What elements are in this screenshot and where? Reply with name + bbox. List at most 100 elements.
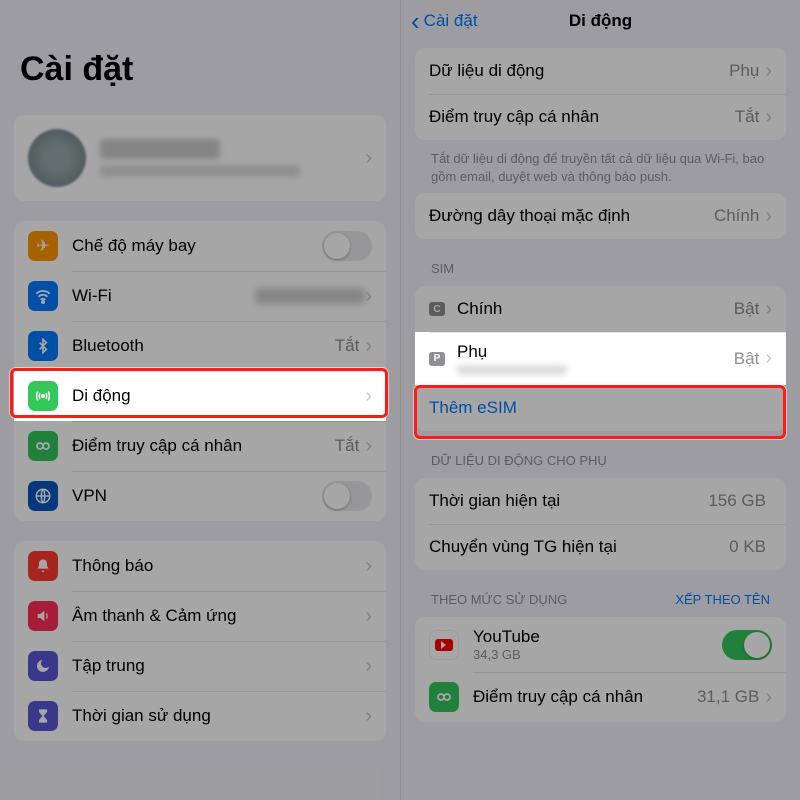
roam-label: Chuyển vùng TG hiện tại [429, 537, 729, 557]
hotspot2-row[interactable]: Điểm truy cập cá nhân Tắt › [415, 94, 786, 140]
chevron-right-icon: › [765, 298, 772, 321]
highlight-sim-secondary [414, 385, 786, 439]
wifi-value-blur [255, 288, 365, 304]
speaker-icon [28, 601, 58, 631]
voice-row[interactable]: Đường dây thoại mặc định Chính › [415, 193, 786, 239]
highlight-cellular [10, 368, 388, 418]
hotspot-app-icon [429, 682, 459, 712]
sim-primary-label: Chính [457, 299, 734, 319]
wifi-row[interactable]: Wi-Fi › [14, 271, 386, 321]
sort-header: THEO MỨC SỬ DỤNG XẾP THEO TÊN [401, 574, 800, 613]
hotspot-value: Tắt [335, 436, 360, 456]
youtube-row[interactable]: YouTube34,3 GB [415, 617, 786, 672]
chevron-right-icon: › [765, 205, 772, 228]
airplane-toggle[interactable] [322, 231, 372, 261]
sound-label: Âm thanh & Cảm ứng [72, 606, 365, 626]
bluetooth-value: Tắt [335, 336, 360, 356]
hotspot2-value: Tắt [735, 107, 760, 127]
sim-primary-row[interactable]: C Chính Bật › [415, 286, 786, 332]
voice-value: Chính [714, 206, 759, 226]
apps-group: YouTube34,3 GB Điểm truy cập cá nhân 31,… [415, 617, 786, 722]
youtube-toggle[interactable] [722, 630, 772, 660]
bluetooth-label: Bluetooth [72, 336, 335, 356]
sim-secondary-value: Bật [734, 349, 760, 369]
sim-secondary-row[interactable]: P Phụ Bật › [415, 332, 786, 385]
vpn-icon [28, 481, 58, 511]
back-button[interactable]: ‹Cài đặt [411, 6, 478, 37]
screentime-label: Thời gian sử dụng [72, 706, 365, 726]
chevron-right-icon: › [365, 335, 372, 358]
voice-group: Đường dây thoại mặc định Chính › [415, 193, 786, 239]
nav-title: Di động [569, 11, 632, 31]
chevron-left-icon: ‹ [411, 6, 420, 37]
vpn-row[interactable]: VPN [14, 471, 386, 521]
sim-badge-secondary: P [429, 352, 445, 366]
general-group: Thông báo › Âm thanh & Cảm ứng › Tập tru… [14, 541, 386, 741]
bluetooth-icon [28, 331, 58, 361]
hotspot-usage-label: Điểm truy cập cá nhân [473, 687, 697, 707]
chevron-right-icon: › [765, 106, 772, 129]
youtube-label: YouTube [473, 627, 722, 647]
chevron-right-icon: › [765, 347, 772, 370]
youtube-sub: 34,3 GB [473, 647, 722, 662]
profile-row[interactable]: › [14, 115, 386, 201]
chevron-right-icon: › [365, 705, 372, 728]
back-label: Cài đặt [424, 11, 478, 31]
hotspot-usage-row[interactable]: Điểm truy cập cá nhân 31,1 GB › [415, 672, 786, 722]
navbar: ‹Cài đặt Di động [401, 0, 800, 44]
vpn-label: VPN [72, 486, 322, 506]
airplane-icon: ✈ [28, 231, 58, 261]
chevron-right-icon: › [365, 655, 372, 678]
cellular-data-label: Dữ liệu di động [429, 61, 729, 81]
profile-sub-blur [100, 165, 300, 177]
profile-group: › [14, 115, 386, 201]
chevron-right-icon: › [365, 147, 372, 170]
voice-label: Đường dây thoại mặc định [429, 206, 714, 226]
usage-header: DỮ LIỆU DI ĐỘNG CHO PHỤ [401, 435, 800, 474]
chevron-right-icon: › [365, 555, 372, 578]
bluetooth-row[interactable]: Bluetooth Tắt › [14, 321, 386, 371]
current-label: Thời gian hiện tại [429, 491, 708, 511]
notif-label: Thông báo [72, 556, 365, 576]
wifi-label: Wi-Fi [72, 286, 255, 306]
hotspot-usage-value: 31,1 GB [697, 687, 759, 707]
page-title: Cài đặt [0, 0, 400, 105]
hotspot-label: Điểm truy cập cá nhân [72, 436, 335, 456]
sim-header: SIM [401, 243, 800, 282]
cellular-footer: Tắt dữ liệu di động để truyền tất cả dữ … [401, 144, 800, 189]
current-row[interactable]: Thời gian hiện tại 156 GB [415, 478, 786, 524]
sim-secondary-sub-blur [457, 365, 567, 375]
sort-by-name[interactable]: XẾP THEO TÊN [675, 592, 770, 607]
roam-row[interactable]: Chuyển vùng TG hiện tại 0 KB [415, 524, 786, 570]
wifi-icon [28, 281, 58, 311]
vpn-toggle[interactable] [322, 481, 372, 511]
hotspot-icon [28, 431, 58, 461]
sim-secondary-label: Phụ [457, 342, 734, 362]
cellular-data-row[interactable]: Dữ liệu di động Phụ › [415, 48, 786, 94]
cellular-data-group: Dữ liệu di động Phụ › Điểm truy cập cá n… [415, 48, 786, 140]
youtube-icon [429, 630, 459, 660]
by-usage: THEO MỨC SỬ DỤNG [431, 592, 567, 607]
screentime-row[interactable]: Thời gian sử dụng › [14, 691, 386, 741]
focus-label: Tập trung [72, 656, 365, 676]
chevron-right-icon: › [765, 686, 772, 709]
notif-row[interactable]: Thông báo › [14, 541, 386, 591]
focus-row[interactable]: Tập trung › [14, 641, 386, 691]
usage-group: Thời gian hiện tại 156 GB Chuyển vùng TG… [415, 478, 786, 570]
hotspot2-label: Điểm truy cập cá nhân [429, 107, 735, 127]
airplane-row[interactable]: ✈ Chế độ máy bay [14, 221, 386, 271]
avatar [28, 129, 86, 187]
roam-value: 0 KB [729, 537, 766, 557]
hotspot-row[interactable]: Điểm truy cập cá nhân Tắt › [14, 421, 386, 471]
sim-primary-value: Bật [734, 299, 760, 319]
chevron-right-icon: › [365, 605, 372, 628]
chevron-right-icon: › [365, 285, 372, 308]
chevron-right-icon: › [765, 60, 772, 83]
chevron-right-icon: › [365, 435, 372, 458]
cellular-data-value: Phụ [729, 61, 759, 81]
profile-name-blur [100, 139, 220, 159]
moon-icon [28, 651, 58, 681]
airplane-label: Chế độ máy bay [72, 236, 322, 256]
bell-icon [28, 551, 58, 581]
sound-row[interactable]: Âm thanh & Cảm ứng › [14, 591, 386, 641]
